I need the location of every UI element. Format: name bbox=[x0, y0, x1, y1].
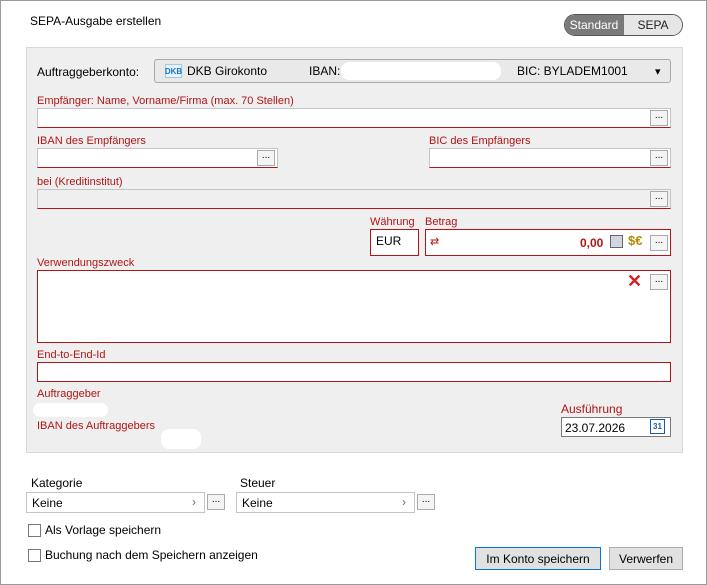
account-label: Auftraggeberkonto: bbox=[37, 65, 140, 79]
bank-field bbox=[37, 189, 671, 209]
category-select[interactable]: Keine › bbox=[26, 492, 205, 513]
account-iban-label: IBAN: bbox=[309, 64, 341, 78]
show-after-save-checkbox[interactable] bbox=[28, 549, 41, 562]
recipient-more-button[interactable]: ... bbox=[650, 110, 668, 126]
save-button[interactable]: Im Konto speichern bbox=[475, 547, 601, 570]
currency-convert-icon[interactable]: $€ bbox=[628, 233, 642, 248]
currency-label: Währung bbox=[370, 216, 415, 228]
chevron-right-icon: › bbox=[402, 495, 406, 509]
iban-input[interactable] bbox=[37, 148, 278, 168]
recipient-input[interactable] bbox=[37, 108, 671, 128]
tax-value: Keine bbox=[242, 496, 273, 510]
dialog-title: SEPA-Ausgabe erstellen bbox=[30, 14, 162, 28]
payer-label: Auftraggeber bbox=[37, 388, 101, 400]
bank-more-button[interactable]: ... bbox=[650, 191, 668, 207]
currency-value: EUR bbox=[376, 234, 402, 248]
currency-field[interactable]: EUR bbox=[370, 229, 419, 256]
swap-arrows-icon[interactable]: ⇄ bbox=[430, 235, 439, 248]
chevron-down-icon: ▾ bbox=[655, 65, 661, 78]
category-value: Keine bbox=[32, 496, 63, 510]
show-after-save-label: Buchung nach dem Speichern anzeigen bbox=[45, 548, 258, 562]
mode-toggle[interactable]: Standard SEPA bbox=[564, 14, 683, 36]
payer-redaction bbox=[33, 403, 108, 417]
recipient-label: Empfänger: Name, Vorname/Firma (max. 70 … bbox=[37, 95, 294, 107]
e2e-label: End-to-End-Id bbox=[37, 349, 106, 361]
clear-icon[interactable]: ✕ bbox=[627, 271, 642, 292]
calculator-icon[interactable] bbox=[610, 235, 623, 248]
payer-iban-label: IBAN des Auftraggebers bbox=[37, 420, 156, 432]
tax-label: Steuer bbox=[240, 476, 276, 490]
iban-more-button[interactable]: ... bbox=[257, 150, 275, 166]
bic-more-button[interactable]: ... bbox=[650, 150, 668, 166]
tax-select[interactable]: Keine › bbox=[236, 492, 415, 513]
calendar-icon[interactable]: 31 bbox=[650, 419, 665, 434]
purpose-textarea[interactable] bbox=[37, 270, 671, 343]
purpose-label: Verwendungszweck bbox=[37, 257, 135, 269]
tax-more-button[interactable]: ... bbox=[417, 494, 435, 510]
save-template-checkbox[interactable] bbox=[28, 524, 41, 537]
amount-value: 0,00 bbox=[580, 236, 604, 250]
bank-label: bei (Kreditinstitut) bbox=[37, 176, 123, 188]
iban-redaction bbox=[341, 62, 501, 80]
dkb-logo-icon: DKB bbox=[165, 64, 182, 78]
amount-label: Betrag bbox=[425, 216, 458, 228]
purpose-more-button[interactable]: ... bbox=[650, 274, 668, 290]
account-bic: BIC: BYLADEM1001 bbox=[517, 64, 628, 78]
execution-label: Ausführung bbox=[561, 402, 623, 416]
bic-input[interactable] bbox=[429, 148, 671, 168]
category-more-button[interactable]: ... bbox=[207, 494, 225, 510]
chevron-right-icon: › bbox=[192, 495, 196, 509]
e2e-input[interactable] bbox=[37, 362, 671, 382]
bic-label: BIC des Empfängers bbox=[429, 135, 531, 147]
category-label: Kategorie bbox=[31, 476, 83, 490]
mode-standard[interactable]: Standard bbox=[565, 15, 623, 35]
payer-iban-redaction bbox=[161, 429, 201, 449]
discard-button[interactable]: Verwerfen bbox=[609, 547, 683, 570]
amount-more-button[interactable]: ... bbox=[650, 235, 668, 251]
mode-sepa[interactable]: SEPA bbox=[623, 15, 682, 35]
iban-label: IBAN des Empfängers bbox=[37, 135, 146, 147]
execution-date: 23.07.2026 bbox=[565, 421, 626, 435]
sepa-dialog: SEPA-Ausgabe erstellen Standard SEPA Auf… bbox=[0, 0, 707, 585]
save-template-label: Als Vorlage speichern bbox=[45, 523, 162, 537]
account-name: DKB Girokonto bbox=[187, 64, 268, 78]
